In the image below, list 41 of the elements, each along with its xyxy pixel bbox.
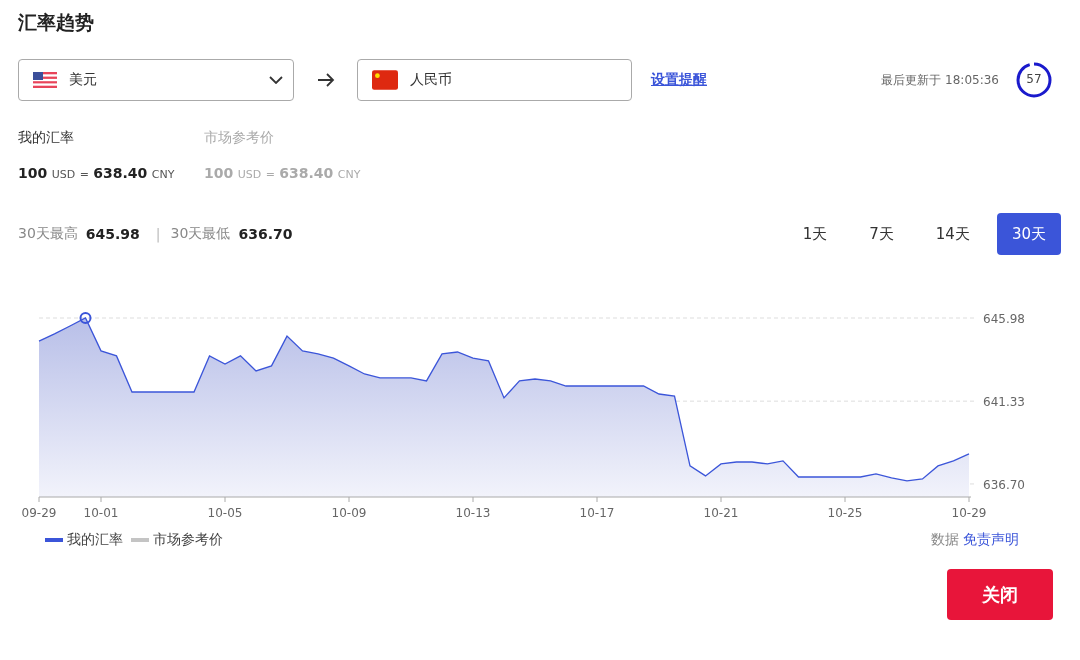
flag-icon	[372, 70, 398, 90]
x-tick-label: 10-25	[827, 506, 863, 520]
high-value: 645.98	[85, 226, 140, 242]
y-tick-label: 636.70	[983, 477, 1025, 492]
rate-label: 我的汇率	[18, 129, 75, 147]
set-alert-link[interactable]: 设置提醒	[651, 71, 707, 89]
last-updated-text: 最后更新于 18:05:36	[881, 71, 999, 89]
y-tick-label: 645.98	[983, 312, 1025, 326]
flag-icon	[33, 72, 57, 88]
disclaimer-link[interactable]: 免责声明	[963, 531, 1019, 549]
low-value: 636.70	[238, 226, 293, 242]
range-tab[interactable]: 14天	[920, 213, 985, 255]
rate-value: 100 USD = 638.40 CNY	[18, 165, 176, 181]
range-tab[interactable]: 30天	[996, 213, 1061, 255]
x-tick-label: 10-21	[703, 506, 739, 520]
separator: |	[155, 226, 161, 242]
x-tick-label: 10-17	[579, 506, 615, 520]
rate-label: 市场参考价	[204, 129, 275, 147]
currency-field[interactable]: 人民币	[357, 59, 632, 101]
chevron-down-icon	[269, 76, 283, 84]
x-tick-label: 09-29	[21, 506, 57, 520]
x-tick-label: 10-09	[331, 506, 367, 520]
rate-value: 100 USD = 638.40 CNY	[204, 165, 362, 181]
peak-marker	[79, 312, 92, 324]
data-label: 数据	[931, 531, 959, 549]
x-tick-label: 10-29	[951, 506, 987, 520]
currency-select[interactable]: 美元	[18, 59, 294, 101]
high-label: 30天最高	[18, 225, 78, 243]
x-tick-label: 10-13	[455, 506, 491, 520]
x-tick-label: 10-01	[83, 506, 119, 520]
y-tick-label: 641.33	[983, 395, 1025, 410]
legend-label[interactable]: 我的汇率	[67, 531, 123, 549]
range-tab[interactable]: 7天	[854, 213, 909, 255]
countdown-ring: 57	[1015, 61, 1053, 99]
range-tab[interactable]: 1天	[787, 213, 843, 255]
page-title: 汇率趋势	[18, 10, 95, 35]
legend-label[interactable]: 市场参考价	[153, 531, 223, 549]
close-button[interactable]: 关闭	[947, 569, 1053, 620]
arrow-right-icon	[317, 73, 335, 87]
x-tick-label: 10-05	[207, 506, 243, 520]
low-label: 30天最低	[170, 225, 231, 243]
